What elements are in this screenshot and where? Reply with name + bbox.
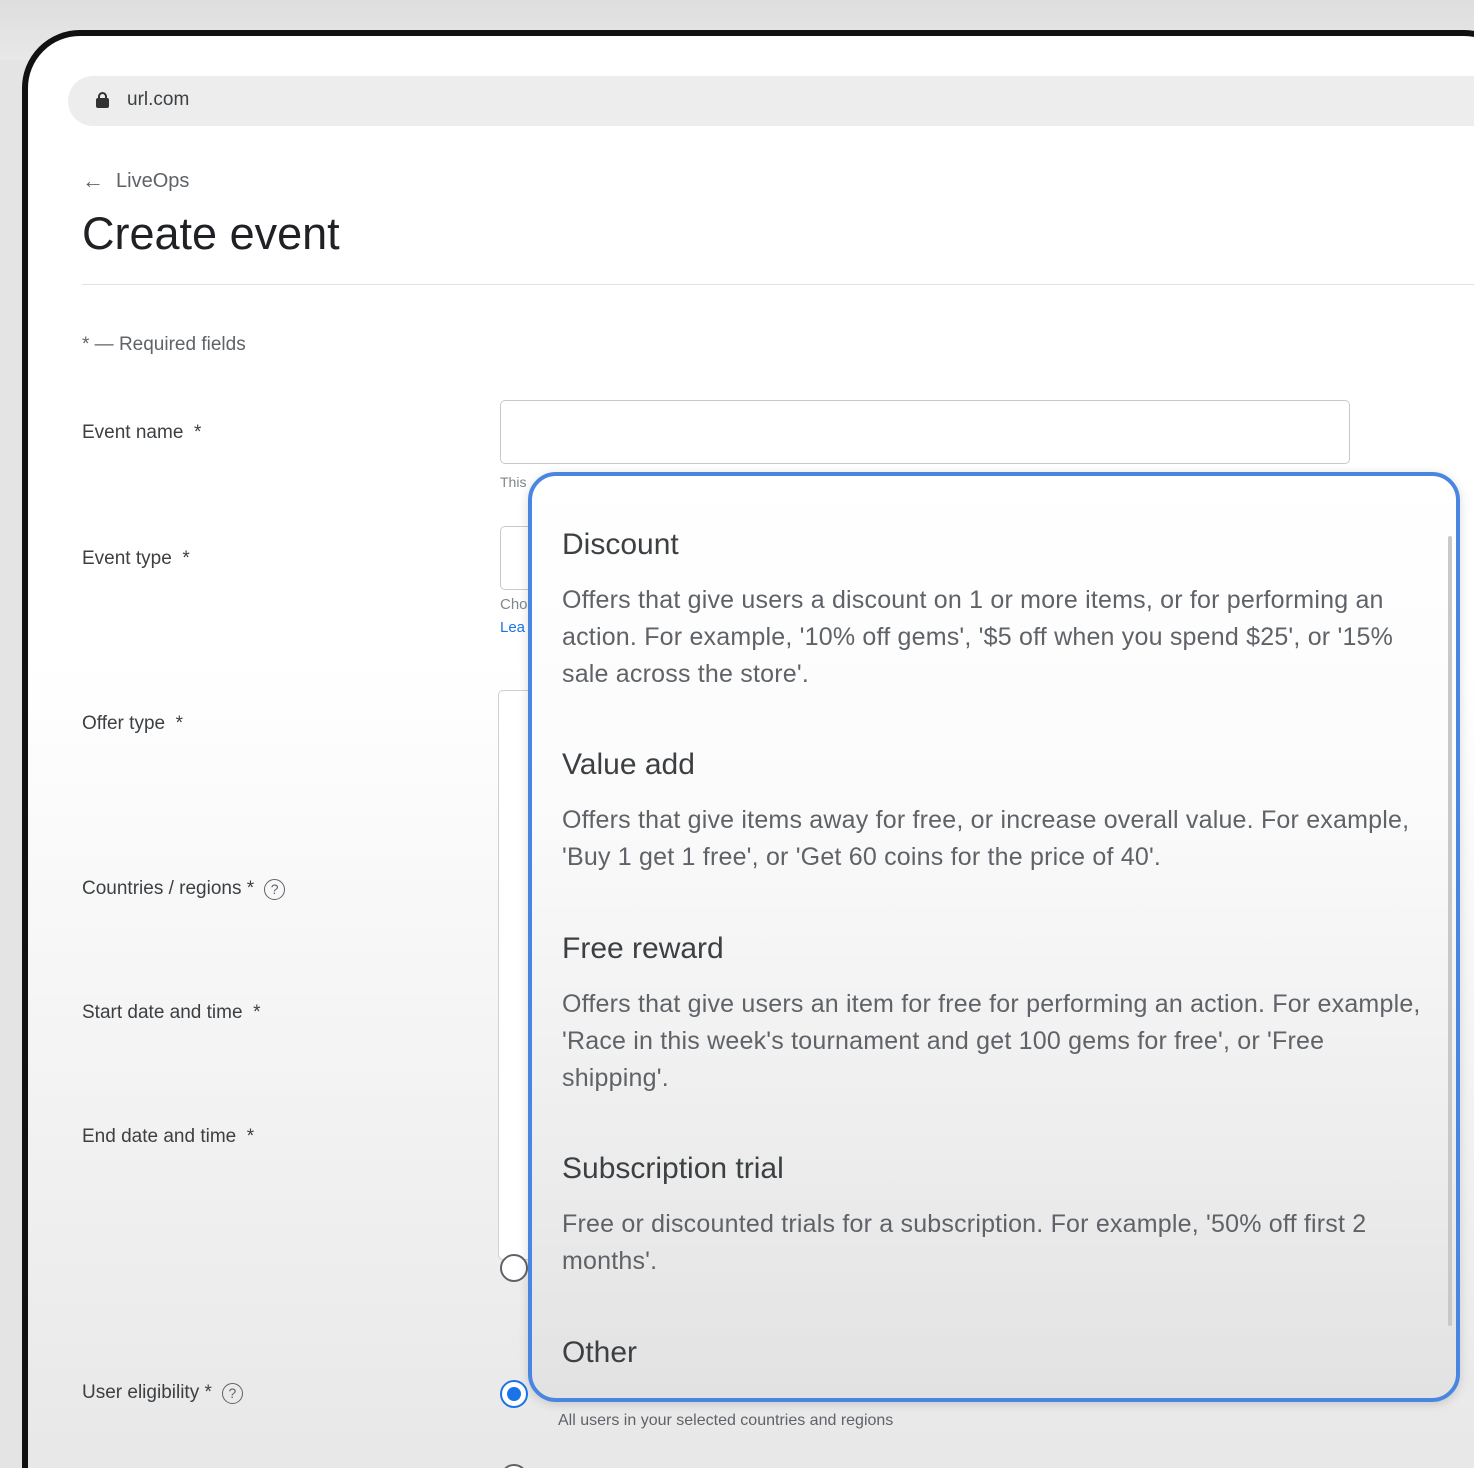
- address-bar[interactable]: url.com: [68, 76, 1474, 126]
- event-type-hint: Cho: [500, 596, 528, 613]
- start-date-label: Start date and time *: [82, 1002, 261, 1024]
- url-text: url.com: [127, 89, 190, 110]
- breadcrumb-label[interactable]: LiveOps: [116, 170, 189, 193]
- dropdown-scrollbar[interactable]: [1448, 536, 1452, 1326]
- help-circle-icon[interactable]: ?: [221, 1382, 243, 1404]
- event-name-label-text: Event name *: [82, 422, 202, 443]
- offer-type-dropdown[interactable]: Discount Offers that give users a discou…: [528, 472, 1460, 1402]
- option-description[interactable]: Offers that give items away for free, or…: [562, 802, 1422, 876]
- radio-option[interactable]: [500, 1254, 528, 1282]
- offer-option-value-add[interactable]: Value add Offers that give items away fo…: [562, 748, 1422, 876]
- learn-more-link[interactable]: Lea: [500, 619, 525, 636]
- option-description[interactable]: Free or discounted trials for a subscrip…: [562, 1206, 1422, 1280]
- required-fields-note: * — Required fields: [82, 334, 246, 355]
- header-divider: [82, 284, 1474, 285]
- option-title[interactable]: Other: [562, 1336, 1422, 1370]
- option-title[interactable]: Subscription trial: [562, 1152, 1422, 1186]
- page-title: Create event: [82, 208, 340, 259]
- lock-icon: [96, 92, 109, 108]
- event-name-hint: This: [500, 474, 527, 490]
- offer-option-subscription-trial[interactable]: Subscription trial Free or discounted tr…: [562, 1152, 1422, 1280]
- event-name-label: Event name *: [82, 422, 201, 444]
- option-title[interactable]: Free reward: [562, 932, 1422, 966]
- breadcrumb-back-link[interactable]: ← LiveOps: [82, 168, 189, 194]
- offer-type-label: Offer type *: [82, 713, 183, 735]
- eligibility-option-description: All users in your selected countries and…: [558, 1412, 894, 1429]
- option-title[interactable]: Value add: [562, 748, 1422, 782]
- event-name-input[interactable]: [500, 400, 1350, 464]
- event-type-label-text: Event type *: [82, 548, 190, 569]
- user-eligibility-label: User eligibility * ?: [82, 1382, 243, 1404]
- option-title[interactable]: Discount: [562, 528, 1422, 562]
- option-description[interactable]: Offers that give users a discount on 1 o…: [562, 582, 1422, 693]
- option-description[interactable]: Offers that give users an item for free …: [562, 986, 1422, 1097]
- arrow-left-icon[interactable]: ←: [82, 168, 104, 194]
- event-type-label: Event type *: [82, 548, 190, 570]
- offer-type-label-text: Offer type *: [82, 713, 184, 734]
- help-circle-icon[interactable]: ?: [264, 878, 286, 900]
- end-date-label: End date and time *: [82, 1126, 254, 1148]
- option-description[interactable]: Any other type of offer not listed here: [562, 1390, 1422, 1398]
- end-date-label-text: End date and time *: [82, 1126, 255, 1147]
- offer-option-other[interactable]: Other Any other type of offer not listed…: [562, 1336, 1422, 1398]
- eligibility-all-users-radio[interactable]: [500, 1380, 528, 1408]
- eligibility-other-radio[interactable]: [500, 1464, 528, 1468]
- device-frame: url.com ← LiveOps Create event * — Requi…: [22, 30, 1474, 1468]
- countries-label: Countries / regions * ?: [82, 878, 286, 900]
- offer-option-discount[interactable]: Discount Offers that give users a discou…: [562, 528, 1422, 693]
- countries-label-text: Countries / regions *: [82, 878, 255, 899]
- start-date-label-text: Start date and time *: [82, 1002, 261, 1023]
- offer-option-free-reward[interactable]: Free reward Offers that give users an it…: [562, 932, 1422, 1097]
- user-eligibility-label-text: User eligibility *: [82, 1382, 212, 1403]
